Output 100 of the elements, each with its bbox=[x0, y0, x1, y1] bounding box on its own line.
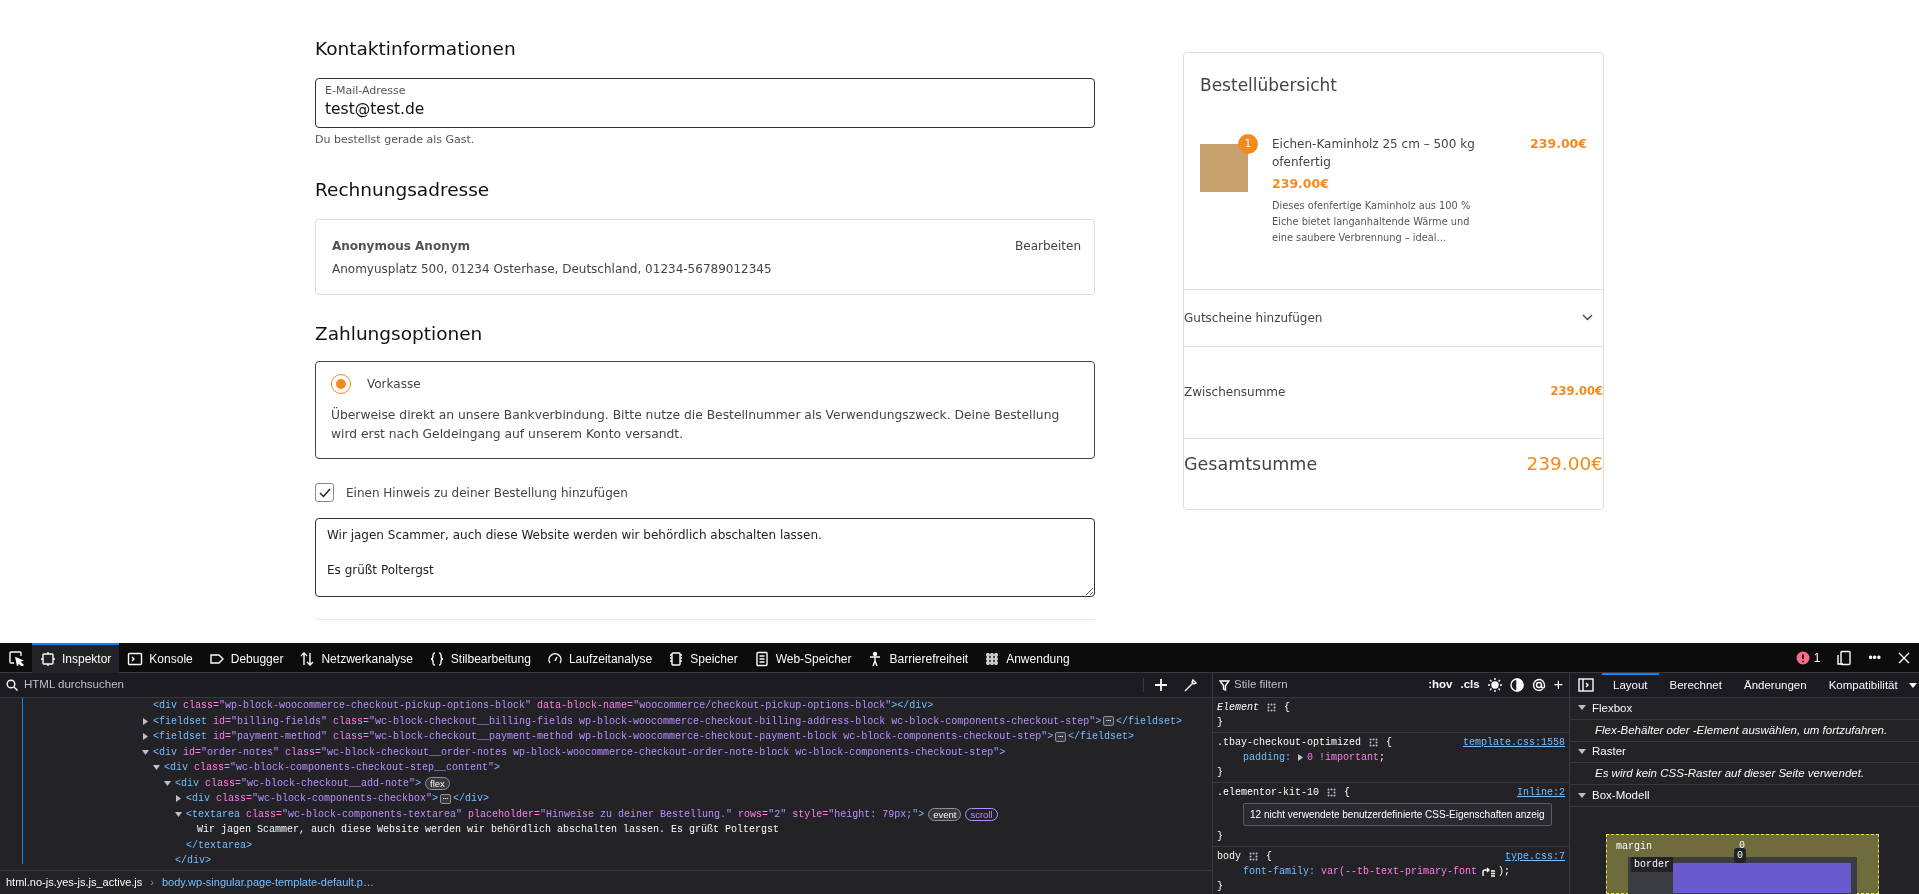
plus-icon[interactable] bbox=[1154, 678, 1168, 692]
stylesheet-link[interactable]: template.css:1558 bbox=[1462, 735, 1565, 750]
checkbox-label: Einen Hinweis zu deiner Bestellung hinzufügen bbox=[346, 484, 628, 502]
devtools-tab[interactable]: Speicher bbox=[660, 642, 746, 673]
markup-code: <fieldset id="billing-fields" class="wc-block-checkout__billing-fields wp-block-woocommerce-checkout-billing-address-block wc-block-components-checkout-step"> bbox=[153, 714, 1102, 729]
total-value: 239.00€ bbox=[1526, 452, 1603, 477]
braces-icon bbox=[428, 650, 445, 667]
breadcrumb-item[interactable]: html.no-js.yes-js.js_active.js bbox=[6, 874, 143, 891]
address-text: Anomyusplatz 500, 01234 Osterhase, Deutschland, 01234-56789012345 bbox=[332, 260, 772, 278]
box-value: 0 bbox=[1739, 839, 1745, 851]
brace: } bbox=[1217, 830, 1224, 844]
brace: { bbox=[1284, 701, 1291, 715]
checkbox[interactable] bbox=[315, 483, 334, 503]
collapsed-content-button[interactable]: ⋯ bbox=[1103, 716, 1115, 727]
devtools-tab[interactable]: Stilbearbeitung bbox=[420, 642, 539, 673]
markup-code: <div class="wc-block-checkout__add-note"> bbox=[175, 776, 422, 791]
css-property: font-family: bbox=[1243, 865, 1315, 879]
responsive-icon[interactable] bbox=[1836, 649, 1853, 666]
panel-tab[interactable]: Kompatibilität bbox=[1817, 673, 1909, 698]
frame-icon bbox=[40, 650, 56, 667]
devtools-tab[interactable]: Anwendung bbox=[976, 642, 1078, 673]
section-message: Flex-Behälter oder -Element auswählen, um fortzufahren. bbox=[1570, 719, 1919, 742]
section-heading: Rechnungsadresse bbox=[315, 178, 491, 201]
brace: { bbox=[1344, 786, 1351, 800]
devtools-tab[interactable]: Barrierefreiheit bbox=[859, 642, 977, 673]
markup-code: </div> bbox=[175, 854, 211, 869]
markup-code: </fieldset> bbox=[1068, 730, 1135, 745]
quantity-badge: 1 bbox=[1238, 133, 1258, 154]
more-button[interactable]: ••• bbox=[1868, 648, 1881, 667]
collapse-arrow-icon[interactable] bbox=[175, 810, 182, 818]
brace: } bbox=[1217, 716, 1224, 730]
breadcrumb-item[interactable]: body.wp-singular.page-template-default.p… bbox=[162, 874, 374, 891]
section-header[interactable]: Box-Modell bbox=[1570, 785, 1919, 807]
panel-tab[interactable]: Änderungen bbox=[1732, 673, 1818, 698]
collapse-arrow-icon[interactable] bbox=[164, 779, 171, 787]
toolbar-toggle[interactable]: .cls bbox=[1460, 676, 1480, 694]
markup-badge[interactable]: event bbox=[928, 807, 962, 821]
contrast-icon[interactable] bbox=[1509, 678, 1524, 692]
markup-code: </div> bbox=[452, 792, 489, 807]
css-value: 0 !important bbox=[1307, 751, 1380, 765]
console-icon bbox=[127, 650, 144, 667]
panel-tab[interactable]: Berechnet bbox=[1658, 673, 1733, 698]
email-field[interactable]: E-Mail-Adresse test@test.de bbox=[315, 78, 1095, 129]
collapsed-content-button[interactable]: ⋯ bbox=[440, 793, 451, 804]
stylesheet-link[interactable]: Inline:2 bbox=[1517, 785, 1565, 800]
eyedropper-icon[interactable] bbox=[1184, 678, 1198, 692]
markup-code: </fieldset> bbox=[1116, 714, 1183, 729]
line-total: 239.00€ bbox=[1530, 134, 1587, 153]
error-count[interactable]: 1 bbox=[1795, 648, 1821, 667]
collapse-arrow-icon[interactable] bbox=[142, 748, 149, 756]
payment-option-label: Vorkasse bbox=[367, 376, 421, 394]
expand-arrow-icon[interactable] bbox=[142, 733, 149, 741]
coupon-label: Gutscheine hinzufügen bbox=[1184, 309, 1323, 327]
expand-arrow-icon[interactable] bbox=[1297, 754, 1304, 761]
expand-arrow-icon[interactable] bbox=[175, 795, 182, 803]
styles-filter-field[interactable]: Stile filtern bbox=[1219, 676, 1421, 694]
dropdown-arrow-icon[interactable] bbox=[1908, 682, 1917, 688]
devtools-tab[interactable]: Netzwerkanalyse bbox=[291, 642, 421, 673]
devtools-tab[interactable]: Web-Speicher bbox=[745, 642, 860, 673]
expand-arrow-icon[interactable] bbox=[142, 717, 149, 725]
unused-properties-button[interactable]: 12 nicht verwendete benutzerdefinierte CSS-Eigenschaften anzeig bbox=[1243, 803, 1552, 826]
collapse-arrow-icon bbox=[1578, 792, 1586, 799]
add-rule-button[interactable]: + bbox=[1553, 673, 1563, 697]
at-sign-icon[interactable] bbox=[1531, 678, 1546, 692]
jump-to-definition-icon[interactable] bbox=[1482, 866, 1497, 877]
css-selector: Element bbox=[1217, 701, 1259, 715]
toolbar-toggle[interactable]: :hov bbox=[1428, 676, 1453, 694]
section-header[interactable]: Flexbox bbox=[1570, 698, 1919, 720]
error-icon bbox=[1795, 650, 1810, 665]
box-value: 0 bbox=[1734, 848, 1746, 863]
product-name: Eichen-Kaminholz 25 cm – 500 kg ofenfertig bbox=[1272, 135, 1476, 171]
brace: } bbox=[1217, 880, 1224, 894]
section-title: Box-Modell bbox=[1592, 787, 1650, 803]
devtools-tab[interactable]: Konsole bbox=[119, 642, 201, 673]
sun-icon[interactable] bbox=[1487, 678, 1502, 692]
sidebar-toggle-icon[interactable] bbox=[1578, 678, 1594, 692]
section-title: Flexbox bbox=[1592, 700, 1633, 716]
section-title: Raster bbox=[1592, 744, 1626, 760]
search-icon bbox=[6, 679, 18, 691]
devtools-tab[interactable]: Debugger bbox=[200, 642, 292, 673]
memory-icon bbox=[668, 650, 685, 667]
devtools-tab[interactable]: Laufzeitanalyse bbox=[538, 642, 661, 673]
collapsed-content-button[interactable]: ⋯ bbox=[1055, 731, 1067, 742]
markup-code: </textarea> bbox=[186, 838, 252, 853]
devtools-tab[interactable]: Inspektor bbox=[32, 642, 120, 673]
section-header[interactable]: Raster bbox=[1570, 741, 1919, 764]
collapse-arrow-icon[interactable] bbox=[153, 764, 160, 772]
element-picker-icon[interactable] bbox=[8, 649, 24, 666]
markup-code: <textarea class="wc-block-components-textarea" placeholder="Hinweise zu deiner Bestellung." rows="2" style="height: 79px;"> bbox=[186, 807, 925, 822]
edit-link[interactable]: Bearbeiten bbox=[1015, 236, 1081, 255]
close-icon[interactable] bbox=[1897, 650, 1911, 665]
markup-code: <div class="wp-block-woocommerce-checkout-pickup-options-block" data-block-name="woocommerce/checkout-pickup-options-block"></div> bbox=[153, 699, 934, 714]
brace: { bbox=[1386, 736, 1393, 750]
panel-tab[interactable]: Layout bbox=[1602, 673, 1659, 698]
css-value: var(--tb-text-primary-font bbox=[1321, 865, 1478, 879]
markup-badge[interactable]: flex bbox=[425, 776, 450, 790]
total-label: Gesamtsumme bbox=[1184, 452, 1318, 476]
document-icon bbox=[753, 650, 770, 667]
stylesheet-link[interactable]: type.css:7 bbox=[1505, 849, 1565, 864]
note-textarea[interactable]: Wir jagen Scammer, auch diese Website werden wir behördlich abschalten lassen. Es grüßt Poltergst bbox=[315, 518, 1095, 598]
